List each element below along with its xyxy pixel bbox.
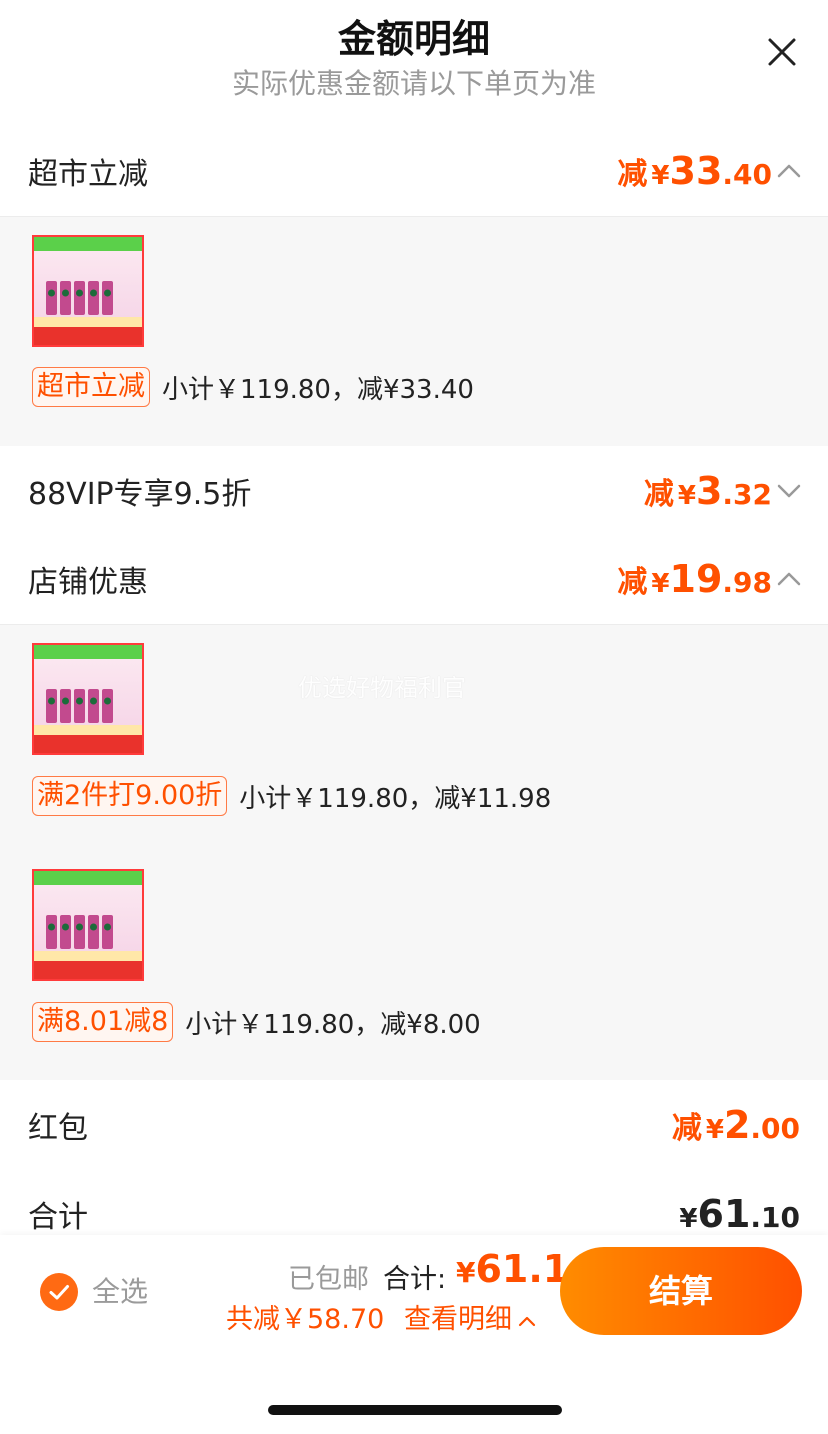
discount-label: 店铺优惠 <box>28 565 148 600</box>
chevron-up-icon[interactable] <box>776 163 802 179</box>
footer-total-label: 合计: <box>383 1264 447 1295</box>
panel-header: 金额明细 实际优惠金额请以下单页为准 <box>0 0 828 120</box>
discount-label: 88VIP专享9.5折 <box>28 477 252 512</box>
watermark: 优选好物福利官 <box>298 674 466 702</box>
shipping-status: 已包邮 <box>288 1264 369 1295</box>
total-saved: 共减￥58.70 <box>226 1304 385 1335</box>
discount-row-store[interactable]: 店铺优惠 减 ¥19.98 <box>0 534 828 624</box>
discount-row-redpacket: 红包 减 ¥2.00 <box>0 1080 828 1170</box>
view-detail-link[interactable]: 查看明细 <box>404 1297 536 1336</box>
select-all-checkbox[interactable] <box>40 1273 78 1311</box>
home-indicator <box>268 1405 562 1415</box>
promo-line: 满2件打9.00折 小计￥119.80，减¥11.98 <box>32 776 551 816</box>
total-amount: ¥61.10 <box>679 1192 800 1236</box>
discount-amount: 减 ¥2.00 <box>671 1103 800 1147</box>
discount-label: 超市立减 <box>28 157 148 192</box>
total-label: 合计 <box>28 1200 88 1235</box>
checkout-bar: 全选 已包邮 合计: ¥61.1 共减￥58.70 查看明细 结算 <box>0 1235 828 1434</box>
discount-amount: 减 ¥33.40 <box>617 149 772 193</box>
promo-subtotal: 小计￥119.80，减¥11.98 <box>239 783 552 814</box>
promo-line: 满8.01减8 小计￥119.80，减¥8.00 <box>32 1002 481 1042</box>
product-thumbnail[interactable] <box>32 235 144 347</box>
supermarket-detail-panel: 超市立减 小计￥119.80，减¥33.40 <box>0 216 828 446</box>
discount-label: 红包 <box>28 1111 88 1146</box>
promo-tag: 满8.01减8 <box>32 1002 174 1042</box>
discount-row-vip[interactable]: 88VIP专享9.5折 减 ¥3.32 <box>0 446 828 536</box>
chevron-down-icon[interactable] <box>776 483 802 499</box>
page-title: 金额明细 <box>337 17 490 61</box>
discount-amount: 减 ¥19.98 <box>617 557 772 601</box>
chevron-up-icon <box>518 1316 536 1326</box>
product-thumbnail[interactable] <box>32 869 144 981</box>
checkout-button[interactable]: 结算 <box>560 1247 802 1335</box>
product-thumbnail[interactable] <box>32 643 144 755</box>
promo-line: 超市立减 小计￥119.80，减¥33.40 <box>32 367 474 407</box>
promo-subtotal: 小计￥119.80，减¥8.00 <box>185 1009 481 1040</box>
promo-tag: 满2件打9.00折 <box>32 776 228 816</box>
promo-tag: 超市立减 <box>32 367 150 407</box>
page-subtitle: 实际优惠金额请以下单页为准 <box>231 67 596 100</box>
discount-amount: 减 ¥3.32 <box>643 469 772 513</box>
close-icon[interactable] <box>764 34 800 70</box>
footer-total-value: ¥61.1 <box>456 1247 570 1291</box>
promo-subtotal: 小计￥119.80，减¥33.40 <box>162 374 474 405</box>
chevron-up-icon[interactable] <box>776 571 802 587</box>
discount-row-supermarket[interactable]: 超市立减 减 ¥33.40 <box>0 126 828 216</box>
select-all-label[interactable]: 全选 <box>92 1273 148 1311</box>
check-icon <box>49 1285 69 1300</box>
